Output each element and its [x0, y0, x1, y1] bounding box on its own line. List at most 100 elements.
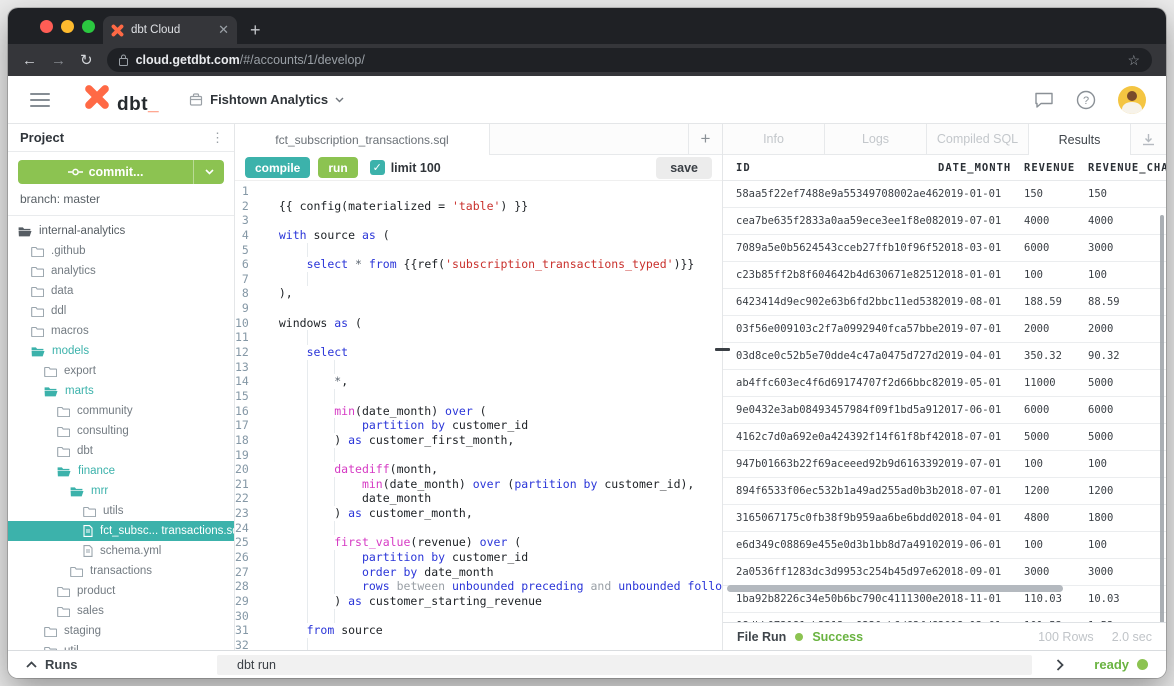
- new-file-tab-icon[interactable]: +: [688, 124, 722, 155]
- vertical-scrollbar[interactable]: [1160, 215, 1164, 622]
- chevron-right-icon[interactable]: [1056, 659, 1064, 671]
- code-line: *,: [257, 374, 722, 389]
- reload-icon[interactable]: ↻: [80, 51, 93, 69]
- tree-item-folder[interactable]: util: [8, 641, 234, 650]
- code-line: [257, 521, 722, 536]
- tree-item-folder[interactable]: marts: [8, 381, 234, 401]
- results-panel: InfoLogsCompiled SQLResults IDDATE_MONTH…: [722, 124, 1166, 650]
- tree-item-label: export: [64, 365, 96, 377]
- tree-item-folder[interactable]: .github: [8, 241, 234, 261]
- results-tab-info[interactable]: Info: [723, 124, 825, 155]
- forward-icon[interactable]: →: [51, 52, 66, 69]
- table-cell: 100: [1024, 458, 1088, 470]
- dbt-brand[interactable]: dbt_: [84, 84, 159, 116]
- tree-item-file[interactable]: fct_subsc... transactions.sql: [8, 521, 234, 541]
- help-icon[interactable]: ?: [1076, 90, 1096, 110]
- table-cell: 3000: [1088, 242, 1166, 254]
- editor-tabbar-empty: [490, 124, 688, 155]
- line-number: 10: [235, 316, 257, 331]
- account-switcher[interactable]: Fishtown Analytics: [189, 92, 344, 107]
- horizontal-scrollbar[interactable]: [727, 585, 1063, 592]
- kebab-menu-icon[interactable]: ⋮: [211, 130, 224, 146]
- table-cell: 2a0536ff1283dc3d9953c254b45d97e6: [736, 566, 938, 578]
- table-cell: 2018-03-01: [938, 242, 1024, 254]
- table-cell: 3000: [1024, 566, 1088, 578]
- command-input[interactable]: dbt run: [217, 655, 1032, 675]
- ready-label: ready: [1094, 657, 1129, 672]
- results-tab-logs[interactable]: Logs: [825, 124, 927, 155]
- line-number: 15: [235, 389, 257, 404]
- tab-close-icon[interactable]: ✕: [218, 22, 229, 38]
- table-cell: 1200: [1024, 485, 1088, 497]
- tree-item-folder[interactable]: finance: [8, 461, 234, 481]
- folder-open-icon: [44, 386, 58, 397]
- limit-checkbox[interactable]: ✓: [370, 160, 385, 175]
- table-row: ab4ffc603ec4f6d69174707f2d66bbc82019-05-…: [723, 370, 1166, 397]
- commit-dropdown-button[interactable]: [194, 160, 224, 184]
- url-text: cloud.getdbt.com/#/accounts/1/develop/: [136, 53, 1120, 67]
- tree-item-label: models: [52, 345, 89, 357]
- browser-tab-title: dbt Cloud: [131, 24, 211, 36]
- run-button[interactable]: run: [318, 157, 357, 178]
- code-line: [257, 330, 722, 345]
- folder-icon: [31, 286, 44, 297]
- back-icon[interactable]: ←: [22, 52, 37, 69]
- code-editor[interactable]: 1234567891011121314151617181920212223242…: [235, 181, 722, 650]
- table-cell: 90.32: [1088, 350, 1166, 362]
- folder-open-icon: [70, 486, 84, 497]
- tree-item-folder[interactable]: staging: [8, 621, 234, 641]
- table-cell: 2019-07-01: [938, 458, 1024, 470]
- tree-item-folder[interactable]: macros: [8, 321, 234, 341]
- tree-item-folder[interactable]: transactions: [8, 561, 234, 581]
- menu-icon[interactable]: [30, 93, 50, 107]
- line-number: 19: [235, 448, 257, 463]
- file-tree: internal-analytics .github analyticsdatadd…: [8, 216, 234, 650]
- code-line: rows between unbounded preceding and unb…: [257, 579, 722, 594]
- tree-item-folder[interactable]: models: [8, 341, 234, 361]
- editor-tab-active[interactable]: fct_subscription_transactions.sql: [235, 124, 490, 155]
- tree-item-folder[interactable]: dbt: [8, 441, 234, 461]
- tree-item-folder[interactable]: community: [8, 401, 234, 421]
- elapsed-time: 2.0 sec: [1112, 630, 1152, 644]
- tree-item-folder[interactable]: internal-analytics: [8, 221, 234, 241]
- tree-item-folder[interactable]: data: [8, 281, 234, 301]
- download-results-icon[interactable]: [1131, 124, 1166, 155]
- browser-tab[interactable]: dbt Cloud ✕: [103, 16, 237, 44]
- results-tab-compiled-sql[interactable]: Compiled SQL: [927, 124, 1029, 155]
- panel-resize-handle[interactable]: [715, 348, 730, 351]
- tree-item-label: schema.yml: [100, 545, 161, 557]
- table-cell: 100: [1088, 269, 1166, 281]
- brand-name: dbt_: [117, 94, 159, 116]
- table-cell: 5000: [1088, 377, 1166, 389]
- minimize-window-button[interactable]: [61, 20, 74, 33]
- zoom-window-button[interactable]: [82, 20, 95, 33]
- tree-item-folder[interactable]: ddl: [8, 301, 234, 321]
- table-cell: 1800: [1088, 512, 1166, 524]
- tree-item-folder[interactable]: mrr: [8, 481, 234, 501]
- tree-item-folder[interactable]: product: [8, 581, 234, 601]
- runs-toggle[interactable]: Runs: [8, 657, 217, 672]
- tree-item-folder[interactable]: export: [8, 361, 234, 381]
- chat-icon[interactable]: [1034, 91, 1054, 109]
- close-window-button[interactable]: [40, 20, 53, 33]
- tree-item-folder[interactable]: consulting: [8, 421, 234, 441]
- url-field[interactable]: cloud.getdbt.com/#/accounts/1/develop/ ☆: [107, 48, 1152, 72]
- code-line: datediff(month,: [257, 462, 722, 477]
- tree-item-folder[interactable]: sales: [8, 601, 234, 621]
- commit-button[interactable]: commit...: [18, 160, 224, 184]
- results-tab-results[interactable]: Results: [1029, 124, 1131, 155]
- line-number: 4: [235, 228, 257, 243]
- tree-item-folder[interactable]: analytics: [8, 261, 234, 281]
- tree-item-file[interactable]: schema.yml: [8, 541, 234, 561]
- compile-button[interactable]: compile: [245, 157, 310, 178]
- avatar[interactable]: [1118, 86, 1146, 114]
- new-tab-icon[interactable]: +: [250, 17, 261, 43]
- table-cell: 2019-07-01: [938, 215, 1024, 227]
- table-cell: 6000: [1088, 404, 1166, 416]
- bookmark-star-icon[interactable]: ☆: [1127, 52, 1140, 69]
- browser-window: dbt Cloud ✕ + ← → ↻ cloud.getdbt.com/#/a…: [8, 8, 1166, 678]
- line-number: 30: [235, 609, 257, 624]
- tree-item-folder[interactable]: utils: [8, 501, 234, 521]
- save-button[interactable]: save: [656, 157, 712, 179]
- tree-item-label: .github: [51, 245, 86, 257]
